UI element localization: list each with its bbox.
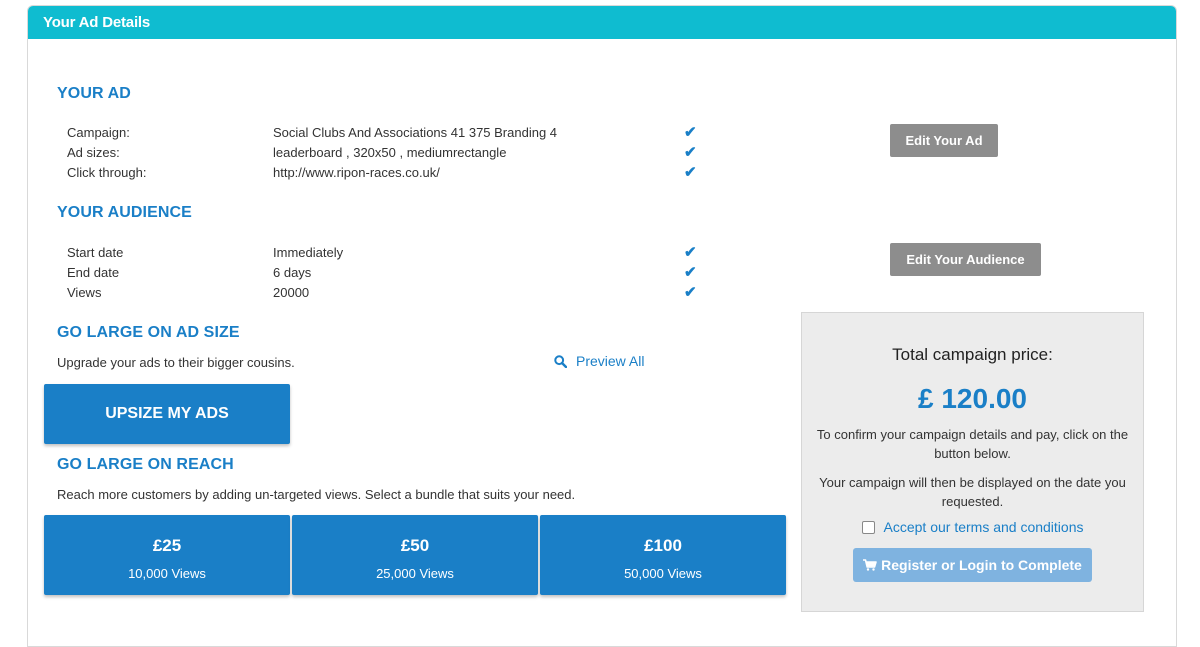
- bundle-price: £50: [400, 536, 430, 555]
- reach-heading: GO LARGE ON REACH: [57, 456, 234, 473]
- campaign-label: Campaign:: [67, 125, 130, 140]
- bundle-25-button[interactable]: £25 10,000 Views: [44, 515, 290, 595]
- terms-link[interactable]: Accept our terms and conditions: [884, 519, 1084, 535]
- edit-ad-button[interactable]: Edit Your Ad: [890, 124, 998, 157]
- confirm-text: To confirm your campaign details and pay…: [816, 427, 1129, 461]
- panel-title: Your Ad Details: [28, 6, 1176, 39]
- start-date-value: Immediately: [273, 245, 344, 260]
- edit-audience-button[interactable]: Edit Your Audience: [890, 243, 1041, 276]
- click-through-label: Click through:: [67, 165, 147, 180]
- ad-sizes-label: Ad sizes:: [67, 145, 120, 160]
- ad-size-description: Upgrade your ads to their bigger cousins…: [57, 355, 295, 370]
- check-icon: ✔: [684, 164, 697, 181]
- register-login-button[interactable]: Register or Login to Complete: [853, 548, 1092, 582]
- start-date-label: Start date: [67, 245, 124, 260]
- upsize-ads-button[interactable]: UPSIZE MY ADS: [44, 384, 290, 444]
- bundle-views: 25,000 Views: [376, 566, 454, 581]
- total-price-heading: Total campaign price:: [892, 345, 1053, 364]
- bundle-100-button[interactable]: £100 50,000 Views: [540, 515, 786, 595]
- bundle-price: £100: [644, 536, 682, 555]
- bundle-views: 50,000 Views: [624, 566, 702, 581]
- register-login-label: Register or Login to Complete: [881, 557, 1082, 573]
- check-icon: ✔: [684, 124, 697, 141]
- bundle-views: 10,000 Views: [128, 566, 206, 581]
- your-audience-heading: YOUR AUDIENCE: [57, 204, 192, 221]
- end-date-value: 6 days: [273, 265, 312, 280]
- total-price-value: £ 120.00: [918, 383, 1027, 414]
- ad-sizes-value: leaderboard , 320x50 , mediumrectangle: [273, 145, 507, 160]
- preview-all-label: Preview All: [576, 353, 645, 369]
- price-summary-box: Total campaign price: £ 120.00 To confir…: [801, 312, 1144, 612]
- check-icon: ✔: [684, 264, 697, 281]
- terms-row: Accept our terms and conditions: [802, 519, 1143, 535]
- bundle-50-button[interactable]: £50 25,000 Views: [292, 515, 538, 595]
- check-icon: ✔: [684, 284, 697, 301]
- click-through-value: http://www.ripon-races.co.uk/: [273, 165, 440, 180]
- terms-checkbox[interactable]: [861, 520, 875, 534]
- views-label: Views: [67, 285, 102, 300]
- preview-all-link[interactable]: Preview All: [554, 353, 644, 369]
- your-ad-heading: YOUR AD: [57, 85, 131, 102]
- shopping-cart-icon: [863, 559, 877, 571]
- check-icon: ✔: [684, 144, 697, 161]
- end-date-label: End date: [67, 265, 120, 280]
- reach-description: Reach more customers by adding un-target…: [57, 487, 576, 502]
- check-icon: ✔: [684, 244, 697, 261]
- search-icon: [554, 354, 567, 368]
- views-value: 20000: [273, 285, 310, 300]
- ad-size-heading: GO LARGE ON AD SIZE: [57, 324, 240, 341]
- campaign-value: Social Clubs And Associations 41 375 Bra…: [273, 125, 558, 140]
- display-text: Your campaign will then be displayed on …: [819, 475, 1126, 509]
- bundle-price: £25: [152, 536, 182, 555]
